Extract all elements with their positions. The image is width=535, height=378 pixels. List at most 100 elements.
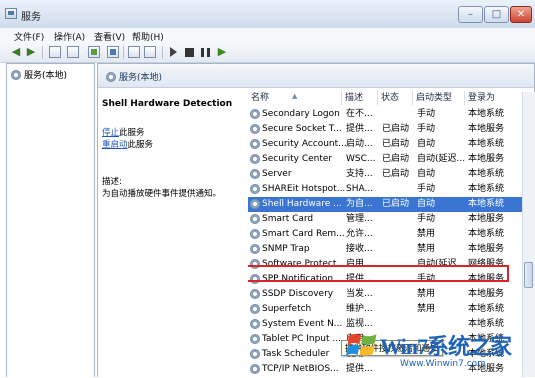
table-row[interactable]: Server 支持... 已启动 自动 本地系统 [248,167,523,182]
table-row[interactable]: Security Account... 启动... 已启动 自动 本地系统 [248,137,523,152]
column-header-status[interactable]: 状态 [378,91,413,105]
cell-status: 已启动 [382,124,410,134]
tree-item-services-local[interactable]: 服务(本地) [11,68,67,81]
cell-desc: 启动... [346,139,373,149]
cell-desc: 支持... [346,169,373,179]
column-header-startup-type[interactable]: 启动类型 [413,91,465,105]
table-row[interactable]: Secondary Logon 在不... 手动 本地系统 [248,107,523,122]
cell-start: 手动 [417,109,436,119]
cell-name: Security Account... [262,139,347,149]
gear-icon [106,72,116,82]
properties-icon[interactable] [67,46,79,58]
cell-name: Superfetch [262,304,312,314]
gear-icon [250,319,260,329]
forward-arrow-icon[interactable]: ▶ [25,46,37,58]
gear-icon [250,229,260,239]
cell-logon: 本地系统 [468,199,505,209]
cell-logon: 本地服务 [468,244,505,254]
cell-name: SNMP Trap [262,244,310,254]
services-app-icon [5,8,17,19]
table-row[interactable]: SNMP Trap 接收... 禁用 本地服务 [248,242,523,257]
cell-logon: 本地服务 [468,124,505,134]
gear-icon [250,184,260,194]
cell-name: Security Center [262,154,333,164]
help-icon[interactable] [128,46,140,58]
table-row[interactable]: Smart Card Rem... 允许... 禁用 本地系统 [248,227,523,242]
cell-logon: 本地系统 [468,229,505,239]
description-text: 为自动播放硬件事件提供通知。 [102,189,222,199]
resume-icon[interactable]: ▶ [216,46,228,58]
console-tree-icon[interactable] [49,46,61,58]
stop-icon[interactable] [185,48,194,57]
menu-action[interactable]: 操作(A) [54,30,85,43]
table-row[interactable]: Security Center WSC... 已启动 自动(延迟... 本地服务 [248,152,523,167]
table-row[interactable]: Secure Socket T... 提供... 已启动 手动 本地服务 [248,122,523,137]
pause-icon[interactable] [201,48,210,57]
close-button[interactable]: ✕ [510,6,532,23]
column-header-name[interactable]: 名称 ▲ [248,91,342,105]
stop-service-row: 停止此服务 [102,128,145,138]
cell-name: SHAREit Hotspot... [262,184,346,194]
menu-help[interactable]: 帮助(H) [132,30,164,43]
play-icon[interactable] [170,47,177,57]
menu-view[interactable]: 查看(V) [94,30,125,43]
restart-service-row: 重启动此服务 [102,140,154,150]
column-header-logon-as[interactable]: 登录为 [465,91,523,105]
gear-icon [250,109,260,119]
description-label: 描述: [102,177,122,187]
cell-status: 已启动 [382,139,410,149]
gear-icon [250,349,260,359]
cell-start: 自动 [417,169,436,179]
table-row[interactable]: Shell Hardware ... 为自... 已启动 自动 本地系统 [248,197,523,212]
panel-title: 服务(本地) [106,70,162,83]
cell-logon: 本地服务 [468,289,505,299]
gear-icon [250,334,260,344]
refresh-icon[interactable] [88,46,100,58]
maximize-button[interactable]: □ [484,6,509,23]
cell-name: Secure Socket T... [262,124,342,134]
cell-start: 自动(延迟... [417,154,465,164]
cell-name: System Event N... [262,319,343,329]
scrollbar-thumb[interactable] [524,262,533,288]
cell-start: 禁用 [417,289,436,299]
gear-icon [250,124,260,134]
restart-link[interactable]: 重启动 [102,140,128,150]
minimize-button[interactable]: – [458,6,483,23]
windows-flag-logo [345,333,377,356]
watermark-brand: Win7系统之家 [380,334,512,359]
cell-start: 手动 [417,214,436,224]
selection-highlight-box [248,265,509,282]
watermark-url: Www.Winwin7.com [400,359,486,369]
menu-file[interactable]: 文件(F) [14,30,44,43]
table-row[interactable]: SSDP Discovery 当发... 禁用 本地服务 [248,287,523,302]
watermark: Win7系统之家 Www.Winwin7.com [340,323,535,377]
gear-icon [250,139,260,149]
table-row[interactable]: Smart Card 管理... 手动 本地服务 [248,212,523,227]
gear-icon [250,304,260,314]
cell-logon: 本地系统 [468,139,505,149]
cell-name: Shell Hardware ... [262,199,342,209]
cell-desc: 允许... [346,229,373,239]
cell-status: 已启动 [382,154,410,164]
gear-icon [250,214,260,224]
back-arrow-icon[interactable]: ◀ [10,46,22,58]
cell-desc: 在不... [346,109,373,119]
panel-header: 服务(本地) [98,64,534,88]
show-hide-icon[interactable] [144,46,156,58]
export-icon[interactable] [107,46,119,58]
cell-logon: 本地系统 [468,304,505,314]
window-title: 服务 [21,12,41,23]
column-header-description[interactable]: 描述 [342,91,378,105]
table-row[interactable]: Superfetch 维护... 禁用 本地系统 [248,302,523,317]
cell-name: Server [262,169,292,179]
cell-desc: 维护... [346,304,373,314]
gear-icon [250,199,260,209]
table-row[interactable]: SHAREit Hotspot... SHA... 手动 本地系统 [248,182,523,197]
cell-logon: 本地系统 [468,109,505,119]
gear-icon [250,154,260,164]
stop-link[interactable]: 停止 [102,128,119,138]
selected-service-name: Shell Hardware Detection [102,99,233,109]
gear-icon [11,70,21,80]
cell-start: 手动 [417,124,436,134]
cell-status: 已启动 [382,199,410,209]
